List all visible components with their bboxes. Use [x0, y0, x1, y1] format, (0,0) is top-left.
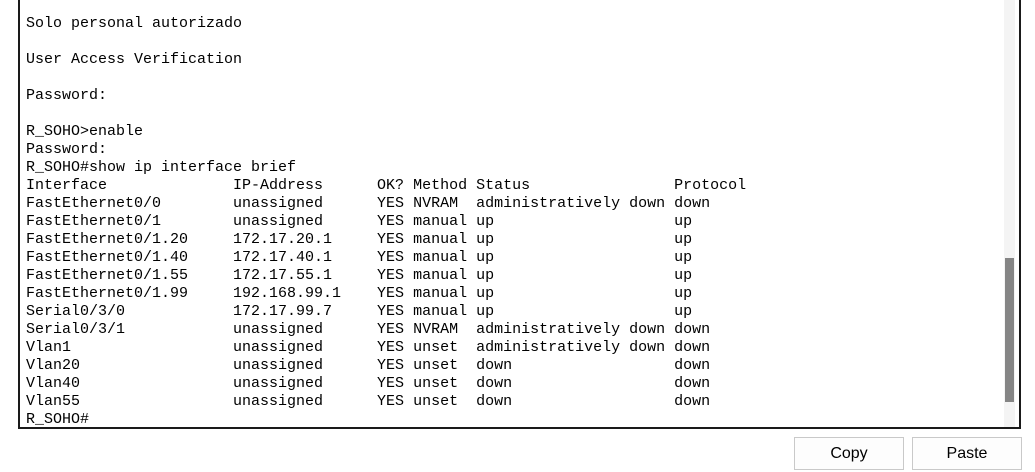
terminal-table-header: Interface IP-Address OK? Method Status P… [26, 177, 747, 194]
terminal-line: Solo personal autorizado [26, 15, 243, 32]
terminal-table-row: Vlan20 unassigned YES unset down down [26, 357, 711, 374]
terminal-table-row: Serial0/3/0 172.17.99.7 YES manual up up [26, 303, 693, 320]
terminal-table-row: FastEthernet0/1.20 172.17.20.1 YES manua… [26, 231, 693, 248]
terminal-line: R_SOHO#show ip interface brief [26, 159, 297, 176]
terminal-line: User Access Verification [26, 51, 243, 68]
terminal-table-row: FastEthernet0/1.99 192.168.99.1 YES manu… [26, 285, 693, 302]
terminal-line: Password: [26, 87, 108, 104]
terminal-table-row: Vlan1 unassigned YES unset administrativ… [26, 339, 711, 356]
terminal-table-row: FastEthernet0/1.55 172.17.55.1 YES manua… [26, 267, 693, 284]
terminal-line: Password: [26, 141, 108, 158]
terminal-prompt[interactable]: R_SOHO# [26, 411, 746, 427]
terminal-text[interactable]: Solo personal autorizado User Access Veri… [26, 15, 747, 427]
copy-button[interactable]: Copy [794, 437, 904, 470]
terminal-table-row: FastEthernet0/1.40 172.17.40.1 YES manua… [26, 249, 693, 266]
cli-window: Solo personal autorizado User Access Veri… [0, 0, 1035, 472]
terminal-line: R_SOHO>enable [26, 123, 144, 140]
scrollbar-thumb[interactable] [1005, 258, 1014, 402]
terminal-table-row: Vlan40 unassigned YES unset down down [26, 375, 711, 392]
terminal-table-row: FastEthernet0/1 unassigned YES manual up… [26, 213, 693, 230]
paste-button[interactable]: Paste [912, 437, 1022, 470]
terminal-output-area[interactable]: Solo personal autorizado User Access Veri… [18, 0, 1021, 429]
vertical-scrollbar[interactable] [1004, 0, 1015, 427]
terminal-table-row: Serial0/3/1 unassigned YES NVRAM adminis… [26, 321, 711, 338]
terminal-table-row: Vlan55 unassigned YES unset down down [26, 393, 711, 410]
terminal-table-row: FastEthernet0/0 unassigned YES NVRAM adm… [26, 195, 711, 212]
